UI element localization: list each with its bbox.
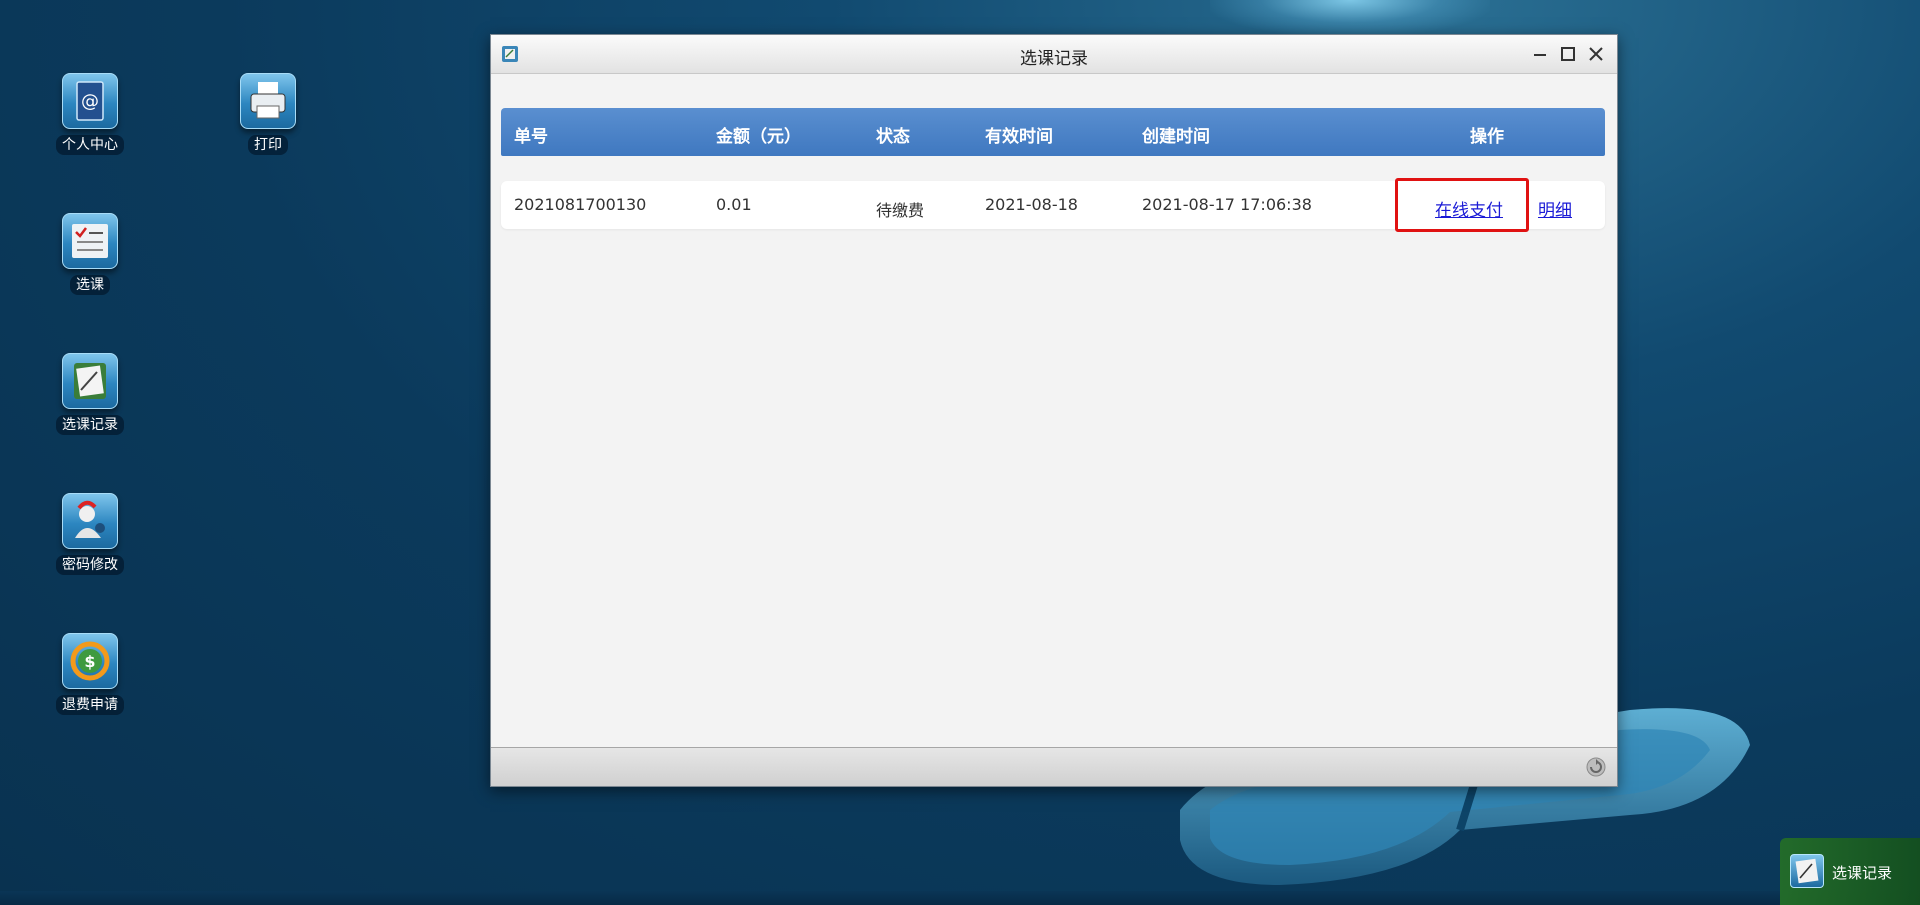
table-row: 2021081700130 0.01 待缴费 2021-08-18 2021-0…	[501, 178, 1605, 232]
taskbar-item-course-records[interactable]: 选课记录	[1780, 838, 1920, 905]
svg-text:@: @	[81, 91, 99, 112]
desktop-icon-label: 选课记录	[56, 415, 124, 435]
desktop-icon-label: 个人中心	[56, 135, 124, 155]
desktop-icon-course-selection[interactable]: 选课	[35, 213, 145, 295]
close-icon[interactable]	[1585, 43, 1607, 65]
maximize-icon[interactable]	[1557, 43, 1579, 65]
desktop-icon-label: 选课	[70, 275, 110, 295]
checklist-icon	[62, 213, 118, 269]
taskbar-item-label: 选课记录	[1832, 864, 1893, 882]
desktop-bottom-strip	[0, 891, 1920, 905]
notepad-icon	[1790, 854, 1824, 888]
details-link[interactable]: 明细	[1538, 196, 1572, 221]
column-header-status: 状态	[876, 127, 910, 147]
dollar-refund-icon: $	[62, 633, 118, 689]
desktop-icon-label: 打印	[248, 135, 288, 155]
pay-online-link[interactable]: 在线支付	[1435, 196, 1503, 221]
desktop-icon-label: 退费申请	[56, 695, 124, 715]
refresh-icon[interactable]	[1585, 756, 1607, 778]
window-title: 选课记录	[1020, 49, 1088, 69]
amount-cell: 0.01	[716, 195, 752, 214]
user-key-icon	[62, 493, 118, 549]
status-cell: 待缴费	[876, 201, 925, 220]
column-header-amount: 金额（元）	[716, 127, 801, 147]
desktop-icon-print[interactable]: 打印	[213, 73, 323, 155]
desktop-icon-change-password[interactable]: 密码修改	[35, 493, 145, 575]
column-header-order-no: 单号	[514, 127, 548, 147]
background-glow	[1210, 0, 1490, 36]
address-book-icon: @	[62, 73, 118, 129]
column-header-created-at: 创建时间	[1142, 127, 1210, 147]
order-number-cell: 2021081700130	[514, 195, 647, 214]
notepad-icon	[62, 353, 118, 409]
window-statusbar	[491, 747, 1617, 786]
column-header-valid-date: 有效时间	[985, 127, 1053, 147]
desktop-icon-personal-center[interactable]: @ 个人中心	[35, 73, 145, 155]
printer-icon	[240, 73, 296, 129]
minimize-icon[interactable]	[1529, 43, 1551, 65]
desktop-icon-label: 密码修改	[56, 555, 124, 575]
column-header-actions: 操作	[1470, 127, 1504, 147]
svg-text:$: $	[84, 652, 95, 671]
created-at-cell: 2021-08-17 17:06:38	[1142, 195, 1312, 214]
window-titlebar[interactable]: 选课记录	[491, 35, 1617, 74]
desktop-icon-course-records[interactable]: 选课记录	[35, 353, 145, 435]
desktop-icon-refund-request[interactable]: $ 退费申请	[35, 633, 145, 715]
course-records-window: 选课记录 单号 金额（元） 状态 有效时间 创建时间 操作 2021081700…	[490, 34, 1618, 787]
valid-date-cell: 2021-08-18	[985, 195, 1078, 214]
records-table-header: 单号 金额（元） 状态 有效时间 创建时间 操作	[501, 108, 1605, 156]
